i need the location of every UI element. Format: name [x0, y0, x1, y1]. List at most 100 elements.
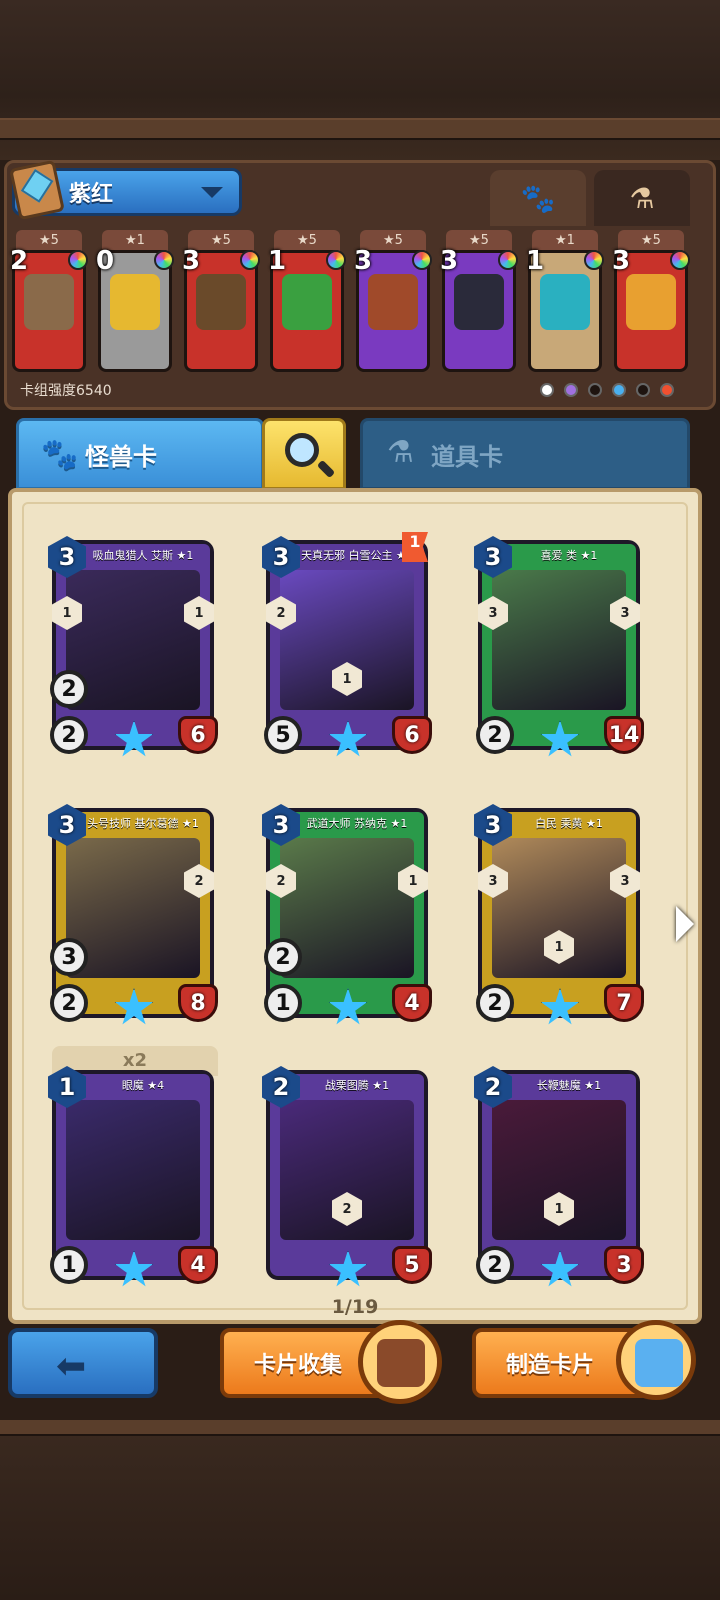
card-health: 4 [178, 1246, 218, 1284]
card-title: 喜爱 类 ★1 [502, 544, 636, 568]
card-health: 6 [392, 716, 432, 754]
deck-card[interactable]: ★5 3 [354, 230, 432, 374]
craft-card-icon[interactable] [616, 1320, 696, 1400]
tab-item-cards[interactable]: ⚗ 道具卡 [360, 418, 690, 490]
next-page-arrow-icon[interactable] [676, 906, 694, 942]
card-title: 战栗图腾 ★1 [290, 1074, 424, 1098]
card-title: 眼魔 ★4 [76, 1074, 210, 1098]
rarity-gem-icon [68, 250, 88, 270]
monster-card[interactable]: 喜爱 类 ★1 3 3 3 2 14 [474, 536, 644, 762]
card-title: 长鞭魅魔 ★1 [502, 1074, 636, 1098]
rarity-gem-icon [670, 250, 690, 270]
card-art [196, 274, 246, 330]
deck-card[interactable]: ★5 3 [182, 230, 260, 374]
element-filter-icon[interactable] [564, 383, 578, 397]
monster-card[interactable]: 战栗图腾 ★1 2 2 5 [262, 1066, 432, 1292]
card-health: 14 [604, 716, 644, 754]
back-arrow-icon: ⬅ [56, 1346, 87, 1387]
card-cost: 2 [10, 246, 29, 276]
wood-footer-background [0, 1420, 720, 1600]
tab-monster-label: 怪兽卡 [85, 442, 157, 471]
card-attack: 5 [264, 716, 302, 754]
card-art [454, 274, 504, 330]
deck-card[interactable]: ★5 3 [612, 230, 690, 374]
card-attack: 2 [50, 984, 88, 1022]
element-filter-icon[interactable] [612, 383, 626, 397]
card-health: 8 [178, 984, 218, 1022]
card-art [110, 274, 160, 330]
card-attack: 2 [50, 716, 88, 754]
element-filter-icon[interactable] [636, 383, 650, 397]
monster-card[interactable]: 武道大师 苏纳克 ★1 3 2 1 2 1 4 [262, 804, 432, 1030]
deck-card[interactable]: ★5 3 [440, 230, 518, 374]
card-stat-a: 2 [50, 670, 88, 708]
monster-card[interactable]: 白民 乘黄 ★1 3 3 3 1 2 7 [474, 804, 644, 1030]
card-attack: 1 [264, 984, 302, 1022]
page-indicator: 1/19 [331, 1296, 379, 1318]
card-stat-a: 3 [50, 938, 88, 976]
deck-card-row: ★5 2 ★1 0 ★5 3 ★5 1 ★5 3 ★5 3 ★1 1 ★5 3 [10, 230, 710, 376]
card-collection-label: 卡片收集 [254, 1353, 343, 1378]
deck-strength-label: 卡组强度6540 [20, 383, 112, 399]
deck-card[interactable]: ★5 1 [268, 230, 346, 374]
card-title: 武道大师 苏纳克 ★1 [290, 812, 424, 836]
search-icon-handle [316, 459, 336, 479]
potion-jar-icon [635, 1339, 683, 1387]
potion-icon: ⚗ [629, 181, 655, 215]
tab-potion-filter[interactable]: ⚗ [594, 170, 690, 226]
rarity-gem-icon [498, 250, 518, 270]
element-filter-icon[interactable] [540, 383, 554, 397]
card-art [492, 570, 626, 710]
deck-filter-icons [540, 380, 690, 400]
chevron-down-icon [201, 187, 223, 198]
card-art [626, 274, 676, 330]
paw-icon: 🐾 [520, 181, 556, 215]
card-health: 4 [392, 984, 432, 1022]
rarity-gem-icon [240, 250, 260, 270]
card-stat-a: 2 [264, 938, 302, 976]
card-cost: 1 [526, 246, 545, 276]
card-cost: 3 [354, 246, 373, 276]
rarity-gem-icon [326, 250, 346, 270]
rarity-gem-icon [584, 250, 604, 270]
card-cost: 0 [96, 246, 115, 276]
search-icon [285, 433, 319, 467]
card-collection-icon[interactable] [358, 1320, 442, 1404]
element-filter-icon[interactable] [588, 383, 602, 397]
search-button[interactable] [262, 418, 346, 490]
card-art [24, 274, 74, 330]
deck-card[interactable]: ★5 2 [10, 230, 88, 374]
potion-icon: ⚗ [387, 435, 414, 470]
card-title: 白民 乘黄 ★1 [502, 812, 636, 836]
card-health: 5 [392, 1246, 432, 1284]
card-health: 3 [604, 1246, 644, 1284]
card-health: 7 [604, 984, 644, 1022]
monster-card[interactable]: 长鞭魅魔 ★1 2 1 2 3 [474, 1066, 644, 1292]
card-art [282, 274, 332, 330]
craft-card-label: 制造卡片 [506, 1353, 595, 1378]
card-attack: 1 [50, 1246, 88, 1284]
monster-card[interactable]: 头号技师 基尔葛德 ★1 3 2 3 2 8 [48, 804, 218, 1030]
card-cost: 1 [268, 246, 287, 276]
monster-card[interactable]: 吸血鬼猎人 艾斯 ★1 3 1 1 2 2 6 [48, 536, 218, 762]
element-filter-icon[interactable] [660, 383, 674, 397]
back-button[interactable]: ⬅ [8, 1328, 158, 1398]
rarity-gem-icon [412, 250, 432, 270]
deck-card[interactable]: ★1 0 [96, 230, 174, 374]
card-cost: 3 [612, 246, 631, 276]
card-attack: 2 [476, 716, 514, 754]
card-attack: 2 [476, 1246, 514, 1284]
tab-monster-filter[interactable]: 🐾 [490, 170, 586, 226]
rarity-gem-icon [154, 250, 174, 270]
card-health: 6 [178, 716, 218, 754]
deck-name-label: 紫红 [69, 182, 114, 207]
monster-card[interactable]: 眼魔 ★4 1 1 4 [48, 1066, 218, 1292]
card-cost: 3 [182, 246, 201, 276]
tab-monster-cards[interactable]: 🐾 怪兽卡 [16, 418, 264, 490]
monster-card[interactable]: 天真无邪 白雪公主 ★8 3 2 1 1 5 6 [262, 532, 432, 762]
deck-card[interactable]: ★1 1 [526, 230, 604, 374]
card-book-icon [377, 1339, 425, 1387]
card-art [540, 274, 590, 330]
card-attack: 2 [476, 984, 514, 1022]
card-title: 头号技师 基尔葛德 ★1 [76, 812, 210, 836]
